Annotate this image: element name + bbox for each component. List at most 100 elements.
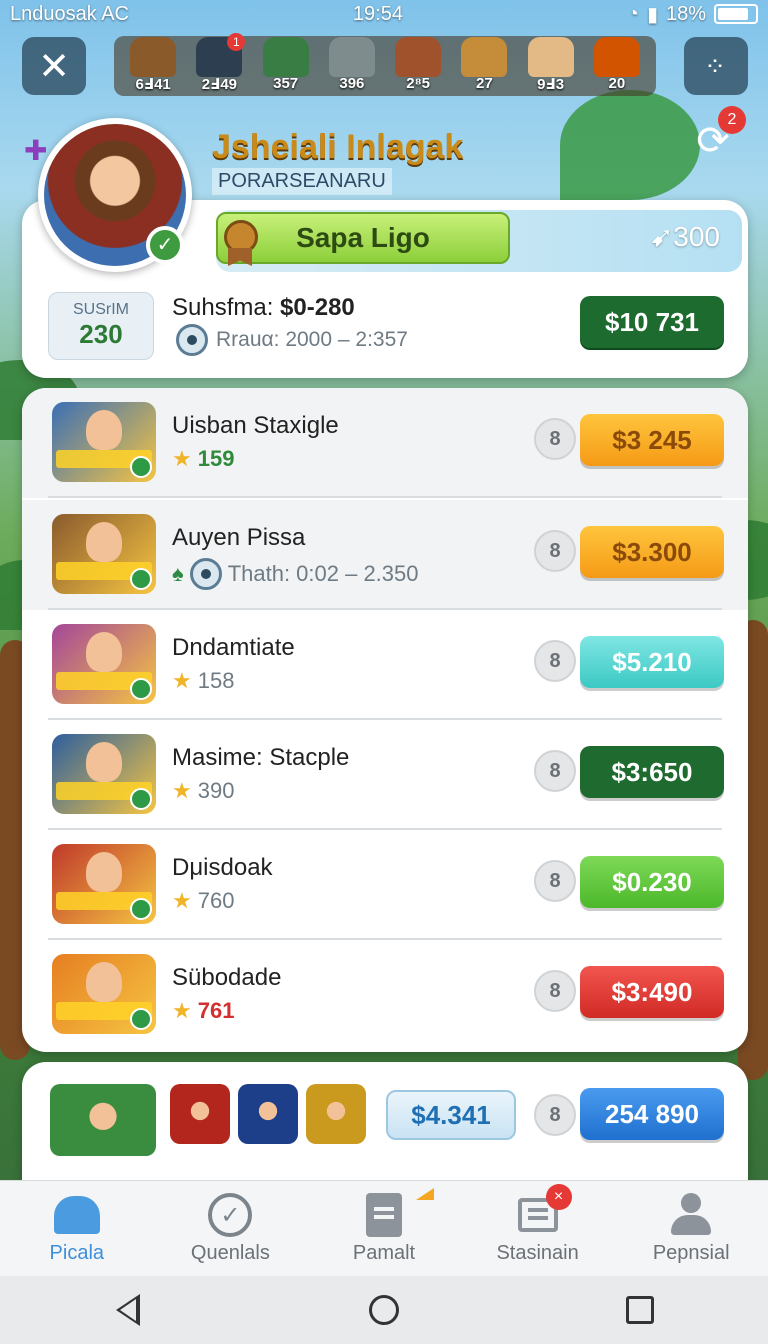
game-thumbnail[interactable] [306, 1084, 366, 1144]
item-meta: ★ 390 [172, 778, 234, 804]
list-item[interactable]: Auyen Pissa ♠ Thath: 0:02 – 2.350 8 $3.300 [22, 500, 748, 610]
check-circle-icon: ✓ [208, 1193, 253, 1237]
item-name: Auyen Pissa [172, 524, 306, 551]
league-button[interactable]: Sapa Ligo [216, 212, 510, 264]
total-button[interactable]: $10 731 [580, 296, 724, 348]
check-icon [130, 678, 152, 700]
check-icon [130, 788, 152, 810]
profile-subtitle: PORARSEANARU [212, 168, 392, 195]
back-icon [116, 1294, 140, 1326]
count-badge: 8 [534, 418, 576, 460]
menu-button[interactable]: ⁘ [684, 37, 748, 95]
star-icon: ★ [172, 998, 192, 1023]
character-avatar[interactable]: 9Ⅎ3 [521, 37, 581, 95]
character-avatar[interactable]: 27 [454, 37, 514, 95]
summary-title-prefix: Suhsfma: [172, 294, 281, 321]
count-badge: 8 [534, 1094, 576, 1136]
character-avatar[interactable]: 396 [322, 37, 382, 95]
nav-item-quenlals[interactable]: ✓ Quenlals [160, 1192, 300, 1265]
carrier-label: Lnduosak AC [10, 2, 129, 25]
back-button[interactable] [98, 1285, 158, 1335]
character-face [593, 37, 640, 77]
person-icon [669, 1193, 713, 1237]
game-thumbnail[interactable] [238, 1084, 298, 1144]
nav-item-stasinain[interactable]: Stasinain × [468, 1184, 608, 1265]
nav-badge: × [545, 1184, 572, 1210]
hero-figure [86, 962, 122, 1002]
nav-label: Quenlals [190, 1242, 270, 1264]
item-meta: ★ 760 [172, 888, 234, 914]
character-avatar[interactable]: 2Ⅎ49 1 [189, 33, 249, 95]
hero-figure [86, 522, 122, 562]
count-badge: 8 [534, 530, 576, 572]
price-button[interactable]: $3.300 [580, 526, 724, 578]
status-icons: ◔ ▮ 18% [627, 2, 758, 27]
price-button[interactable]: $3:650 [580, 746, 724, 798]
league-points-value: 300 [673, 221, 720, 252]
list-item[interactable]: Dndamtiate ★ 158 8 $5.210 [22, 610, 748, 720]
count-badge: 8 [534, 750, 576, 792]
game-thumbnail[interactable] [170, 1084, 230, 1144]
hero-figure [86, 742, 122, 782]
refresh-button[interactable]: ⟳ 2 [690, 106, 746, 164]
character-avatar[interactable]: 6Ⅎ41 [123, 37, 183, 95]
item-meta-value: Thath: 0:02 – 2.350 [227, 561, 419, 586]
medal-icon [220, 214, 260, 266]
close-button[interactable]: ✕ [22, 37, 86, 95]
game-thumbnail [52, 514, 156, 594]
home-button[interactable] [354, 1285, 414, 1335]
character-avatar[interactable]: 357 [256, 37, 316, 95]
hero-figure [86, 632, 122, 672]
price-button[interactable]: $0.230 [580, 856, 724, 908]
list-item[interactable]: Sübodade ★ 761 8 $3:490 [22, 940, 748, 1050]
game-thumbnail [52, 954, 156, 1034]
recents-button[interactable] [610, 1285, 670, 1335]
summary-title: Suhsfma: $0-280 [172, 294, 355, 322]
nav-item-picala[interactable]: Picala [7, 1192, 147, 1265]
character-face [262, 37, 309, 77]
star-icon: ★ [172, 888, 192, 913]
outline-price-button[interactable]: $4.341 [386, 1090, 516, 1140]
count-badge: 8 [534, 640, 576, 682]
item-meta-value: 158 [197, 668, 235, 693]
item-name: Uisban Staxigle [172, 412, 339, 439]
item-meta: ★ 761 [172, 998, 234, 1024]
close-icon: ✕ [38, 45, 70, 88]
game-thumbnail [52, 402, 156, 482]
character-avatar[interactable]: 2⁸5 [388, 37, 448, 95]
price-button[interactable]: $3:490 [580, 966, 724, 1018]
list-item[interactable]: Uisban Staxigle ★ 159 8 $3 245 [22, 388, 748, 498]
price-button[interactable]: $5.210 [580, 636, 724, 688]
item-meta: ♠ Thath: 0:02 – 2.350 [172, 558, 419, 590]
item-meta-value: 760 [197, 888, 235, 913]
home-circle-icon [369, 1295, 399, 1325]
character-avatar[interactable]: 20 [587, 37, 647, 95]
nav-item-pepnsial[interactable]: Pepnsial [621, 1192, 761, 1265]
signal-icon: ▮ [646, 3, 658, 26]
star-icon: ★ [172, 778, 192, 803]
system-navigation-bar [0, 1276, 768, 1344]
item-meta-value: 761 [197, 998, 235, 1023]
list-item[interactable]: Masime: Stacple ★ 390 8 $3:650 [22, 720, 748, 830]
summary-title-value: $0-280 [280, 294, 355, 321]
nav-item-pamalt[interactable]: Pamalt [314, 1188, 454, 1265]
blue-price-button[interactable]: 254 890 [580, 1088, 724, 1140]
battery-percent: 18% [665, 2, 706, 25]
drop-icon: ♠ [172, 561, 184, 586]
character-face [527, 37, 574, 77]
character-score: 357 [273, 75, 299, 92]
character-strip: 6Ⅎ41 2Ⅎ49 1 357 396 2⁸5 27 9Ⅎ3 20 [114, 33, 656, 96]
game-thumbnail [52, 734, 156, 814]
character-score: 2Ⅎ49 [201, 76, 238, 93]
item-meta: ★ 158 [172, 668, 234, 694]
game-thumbnail[interactable] [50, 1084, 156, 1156]
list-item[interactable]: Dμisdoak ★ 760 8 $0.230 [22, 830, 748, 940]
item-name: Dndamtiate [172, 634, 295, 661]
item-name: Dμisdoak [172, 854, 273, 881]
verified-check-icon: ✓ [146, 226, 184, 264]
character-score: 9Ⅎ3 [537, 76, 565, 93]
profile-avatar[interactable]: ✓ [38, 118, 192, 272]
recents-icon [626, 1296, 654, 1324]
price-button[interactable]: $3 245 [580, 414, 724, 466]
star-icon: ★ [172, 668, 192, 693]
